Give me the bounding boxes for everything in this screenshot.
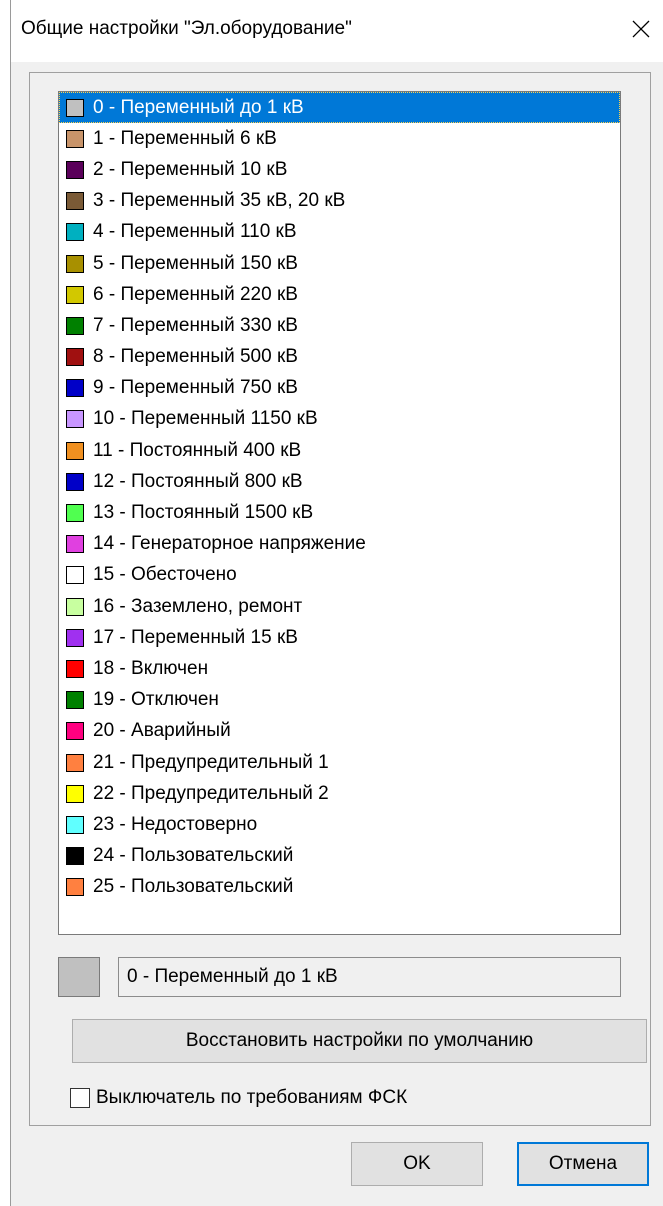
list-item[interactable]: 6 - Переменный 220 кВ — [59, 279, 620, 310]
fsk-switch-label: Выключатель по требованиям ФСК — [96, 1087, 408, 1108]
color-swatch — [66, 285, 84, 304]
list-item[interactable]: 15 - Обесточено — [59, 560, 620, 591]
close-button[interactable] — [618, 10, 663, 52]
list-item[interactable]: 4 - Переменный 110 кВ — [59, 217, 620, 248]
color-swatch — [66, 753, 84, 772]
list-item[interactable]: 23 - Недостоверно — [59, 809, 620, 840]
settings-dialog: Общие настройки "Эл.оборудование" 0 - Пе… — [10, 0, 663, 1206]
fsk-switch-checkbox[interactable] — [70, 1088, 90, 1108]
window-title: Общие настройки "Эл.оборудование" — [21, 18, 352, 39]
list-item-label: 0 - Переменный до 1 кВ — [93, 96, 304, 118]
list-item-label: 19 - Отключен — [93, 689, 219, 711]
list-item-label: 18 - Включен — [93, 657, 209, 679]
color-swatch — [66, 535, 84, 554]
color-swatch — [66, 628, 84, 647]
list-item[interactable]: 7 - Переменный 330 кВ — [59, 310, 620, 341]
list-item[interactable]: 19 - Отключен — [59, 685, 620, 716]
list-item[interactable]: 5 - Переменный 150 кВ — [59, 248, 620, 279]
color-swatch — [66, 98, 84, 117]
color-swatch — [66, 659, 84, 678]
color-swatch — [66, 504, 84, 523]
color-swatch — [66, 722, 84, 741]
list-item[interactable]: 10 - Переменный 1150 кВ — [59, 404, 620, 435]
selected-item-field: 0 - Переменный до 1 кВ — [118, 957, 621, 997]
list-item[interactable]: 9 - Переменный 750 кВ — [59, 373, 620, 404]
color-swatch — [66, 129, 84, 148]
list-item[interactable]: 16 - Заземлено, ремонт — [59, 591, 620, 622]
list-item-label: 7 - Переменный 330 кВ — [93, 314, 298, 336]
color-swatch — [66, 566, 84, 585]
list-item-label: 14 - Генераторное напряжение — [93, 533, 366, 555]
list-item[interactable]: 14 - Генераторное напряжение — [59, 529, 620, 560]
list-item-label: 5 - Переменный 150 кВ — [93, 252, 298, 274]
color-swatch — [66, 847, 84, 866]
list-item[interactable]: 0 - Переменный до 1 кВ — [59, 92, 620, 124]
list-item-label: 10 - Переменный 1150 кВ — [93, 408, 318, 430]
color-swatch — [66, 316, 84, 335]
cancel-button[interactable]: Отмена — [517, 1142, 649, 1186]
voltage-class-listbox[interactable]: 0 - Переменный до 1 кВ 1 - Переменный 6 к… — [58, 91, 621, 935]
color-swatch — [66, 878, 84, 897]
list-item-label: 1 - Переменный 6 кВ — [93, 127, 277, 149]
list-item[interactable]: 11 - Постоянный 400 кВ — [59, 435, 620, 466]
list-item-label: 8 - Переменный 500 кВ — [93, 346, 298, 368]
ok-button[interactable]: OK — [351, 1142, 483, 1186]
selected-color-swatch[interactable] — [58, 957, 100, 997]
color-swatch — [66, 691, 84, 710]
color-swatch — [66, 223, 84, 242]
list-item-label: 4 - Переменный 110 кВ — [93, 221, 297, 243]
list-item[interactable]: 8 - Переменный 500 кВ — [59, 342, 620, 373]
list-item[interactable]: 12 - Постоянный 800 кВ — [59, 466, 620, 497]
color-swatch — [66, 815, 84, 834]
list-item-label: 16 - Заземлено, ремонт — [93, 595, 303, 617]
title-bar[interactable]: Общие настройки "Эл.оборудование" — [11, 0, 663, 62]
list-item-label: 20 - Аварийный — [93, 720, 231, 742]
color-swatch — [66, 379, 84, 398]
list-item[interactable]: 3 - Переменный 35 кВ, 20 кВ — [59, 186, 620, 217]
list-item-label: 15 - Обесточено — [93, 564, 237, 586]
color-swatch — [66, 597, 84, 616]
color-swatch — [66, 160, 84, 179]
list-item[interactable]: 25 - Пользовательский — [59, 872, 620, 903]
list-item-label: 17 - Переменный 15 кВ — [93, 626, 298, 648]
cancel-button-label: Отмена — [548, 1153, 618, 1174]
list-item[interactable]: 1 - Переменный 6 кВ — [59, 123, 620, 154]
list-item-label: 23 - Недостоверно — [93, 813, 258, 835]
list-item-label: 2 - Переменный 10 кВ — [93, 158, 288, 180]
list-item-label: 9 - Переменный 750 кВ — [93, 377, 298, 399]
restore-defaults-label: Восстановить настройки по умолчанию — [185, 1030, 534, 1051]
list-item[interactable]: 24 - Пользовательский — [59, 841, 620, 872]
list-item[interactable]: 22 - Предупредительный 2 — [59, 778, 620, 809]
color-swatch — [66, 410, 84, 429]
list-item-label: 13 - Постоянный 1500 кВ — [93, 502, 314, 524]
ok-button-label: OK — [403, 1153, 431, 1174]
list-item[interactable]: 21 - Предупредительный 1 — [59, 747, 620, 778]
color-swatch — [66, 441, 84, 460]
list-item-label: 21 - Предупредительный 1 — [93, 751, 329, 773]
list-item[interactable]: 2 - Переменный 10 кВ — [59, 154, 620, 185]
list-item-label: 24 - Пользовательский — [93, 845, 294, 867]
selected-item-text: 0 - Переменный до 1 кВ — [127, 966, 338, 987]
list-item[interactable]: 13 - Постоянный 1500 кВ — [59, 497, 620, 528]
list-item-label: 11 - Постоянный 400 кВ — [93, 439, 302, 461]
color-swatch — [66, 192, 84, 211]
settings-panel: 0 - Переменный до 1 кВ 1 - Переменный 6 к… — [29, 72, 651, 1126]
color-swatch — [66, 348, 84, 367]
color-swatch — [66, 784, 84, 803]
color-swatch — [66, 472, 84, 491]
list-item-label: 12 - Постоянный 800 кВ — [93, 470, 303, 492]
list-item[interactable]: 20 - Аварийный — [59, 716, 620, 747]
color-swatch — [66, 254, 84, 273]
restore-defaults-button[interactable]: Восстановить настройки по умолчанию — [72, 1019, 647, 1063]
list-item-label: 22 - Предупредительный 2 — [93, 782, 329, 804]
fsk-switch-option[interactable]: Выключатель по требованиям ФСК — [70, 1083, 407, 1113]
list-item[interactable]: 17 - Переменный 15 кВ — [59, 622, 620, 653]
list-item[interactable]: 18 - Включен — [59, 653, 620, 684]
list-item-label: 3 - Переменный 35 кВ, 20 кВ — [93, 190, 346, 212]
close-icon — [632, 20, 650, 43]
list-item-label: 25 - Пользовательский — [93, 876, 294, 898]
list-item-label: 6 - Переменный 220 кВ — [93, 283, 298, 305]
